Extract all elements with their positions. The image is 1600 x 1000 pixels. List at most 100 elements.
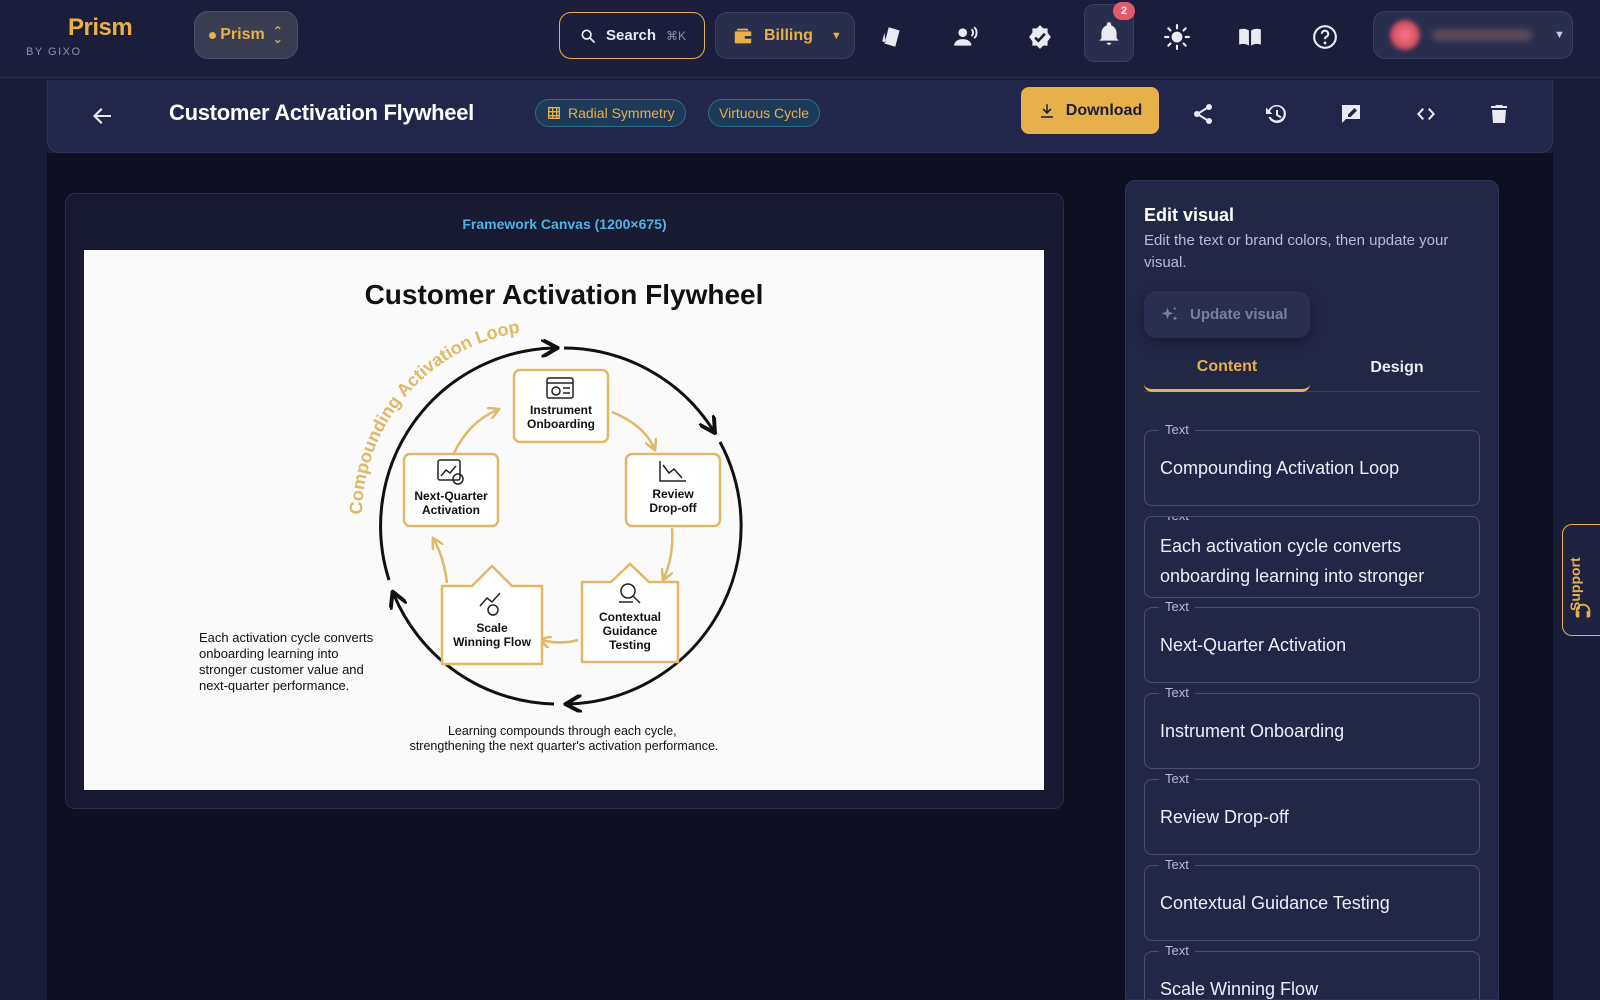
text-field-arc-label[interactable]: Text Compounding Activation Loop	[1144, 422, 1480, 506]
update-visual-label: Update visual	[1190, 306, 1288, 323]
workspace-selector[interactable]: Prism ⌃ ⌄	[194, 11, 298, 59]
tab-design[interactable]: Design	[1314, 344, 1480, 392]
diagram-title: Customer Activation Flywheel	[365, 279, 764, 310]
history-button[interactable]	[1258, 96, 1294, 132]
node-contextual-guidance-testing: Contextual Guidance Testing	[580, 562, 680, 664]
search-icon	[581, 29, 595, 43]
user-voice-icon	[954, 26, 978, 46]
notification-badge: 2	[1113, 2, 1135, 20]
download-label: Download	[1065, 101, 1143, 119]
chevron-up-down-icon: ⌃ ⌄	[272, 24, 283, 46]
tag-label: Virtuous Cycle	[719, 105, 810, 121]
code-icon	[1417, 108, 1435, 120]
theme-toggle-button[interactable]	[1155, 15, 1199, 59]
user-menu[interactable]: ▼	[1373, 11, 1573, 59]
share-button[interactable]	[1185, 96, 1221, 132]
history-icon	[1266, 104, 1286, 123]
wallet-icon	[734, 28, 752, 43]
caret-down-icon: ▼	[1554, 29, 1565, 41]
field-label: Text	[1159, 943, 1195, 958]
share-icon	[1194, 104, 1212, 124]
field-value[interactable]: Next-Quarter Activation	[1160, 635, 1460, 656]
side-note: Each activation cycle converts onboardin…	[199, 630, 377, 693]
notifications-button[interactable]: 2	[1084, 2, 1135, 62]
node-scale-winning-flow: Scale Winning Flow	[440, 564, 544, 666]
cards-icon	[882, 27, 900, 47]
billing-dropdown[interactable]: Billing ▼	[715, 12, 855, 59]
tag-radial-symmetry[interactable]: Radial Symmetry	[535, 99, 686, 127]
brand-name: Prism	[68, 14, 133, 41]
visual-toolbar: Customer Activation Flywheel Radial Symm…	[47, 80, 1553, 153]
field-value[interactable]: Compounding Activation Loop	[1160, 458, 1460, 479]
text-field-side-note[interactable]: Text Each activation cycle converts onbo…	[1144, 516, 1480, 598]
brand-logo[interactable]: Prism BY GIXO	[26, 14, 133, 58]
cards-button[interactable]	[870, 15, 914, 59]
node-review-drop-off: Review Drop-off	[624, 452, 722, 528]
text-field-scale-winning-flow[interactable]: Text Scale Winning Flow	[1144, 943, 1480, 999]
search-label: Search	[606, 27, 657, 44]
svg-text:Next-QuarterActivation: Next-Quarter Activation	[414, 489, 488, 517]
user-name-redacted	[1432, 29, 1532, 41]
edit-visual-panel: Edit visual Edit the text or brand color…	[1125, 180, 1499, 1000]
page-title: Customer Activation Flywheel	[169, 100, 474, 125]
verified-badge-icon	[1029, 25, 1051, 49]
node-next-quarter-activation: Next-Quarter Activation	[402, 452, 500, 528]
search-shortcut: ⌘K	[666, 28, 687, 43]
canvas-label: Framework Canvas (1200×675)	[462, 216, 667, 232]
support-label: Support	[1567, 557, 1583, 611]
field-label: Text	[1159, 771, 1195, 786]
text-field-review-drop-off[interactable]: Text Review Drop-off	[1144, 771, 1480, 855]
panel-title: Edit visual	[1144, 205, 1235, 225]
embed-code-button[interactable]	[1408, 96, 1444, 132]
docs-button[interactable]	[1228, 15, 1272, 59]
panel-tabs: Content Design	[1144, 344, 1480, 392]
top-navigation-bar: Prism BY GIXO Prism ⌃ ⌄ Search ⌘K Billing…	[0, 0, 1600, 78]
field-label: Text	[1159, 517, 1195, 523]
arrow-left-icon	[93, 108, 111, 124]
back-button[interactable]	[86, 100, 118, 132]
text-field-instrument-onboarding[interactable]: Text Instrument Onboarding	[1144, 685, 1480, 769]
node-instrument-onboarding: Instrument Onboarding	[512, 368, 610, 444]
field-value[interactable]: Each activation cycle converts onboardin…	[1160, 531, 1460, 597]
framework-canvas[interactable]: Customer Activation Flywheel Compounding…	[84, 250, 1044, 790]
delete-button[interactable]	[1481, 96, 1517, 132]
text-field-contextual-guidance[interactable]: Text Contextual Guidance Testing	[1144, 857, 1480, 941]
flywheel-diagram: Customer Activation Flywheel Compounding…	[199, 279, 764, 753]
search-button[interactable]: Search ⌘K	[559, 12, 705, 59]
help-button[interactable]	[1303, 15, 1347, 59]
field-value[interactable]: Instrument Onboarding	[1160, 721, 1460, 742]
book-open-icon	[1239, 28, 1261, 46]
tab-content[interactable]: Content	[1144, 344, 1310, 392]
bell-icon	[1099, 22, 1119, 45]
framework-canvas-card: Framework Canvas (1200×675) Customer Act…	[65, 193, 1064, 809]
sparkles-icon	[1161, 306, 1178, 321]
diagram-footer: Learning compounds through each cycle, s…	[410, 724, 719, 753]
tag-virtuous-cycle[interactable]: Virtuous Cycle	[708, 99, 821, 127]
support-tab[interactable]: Support	[1562, 524, 1600, 636]
update-visual-button[interactable]: Update visual	[1144, 291, 1310, 338]
svg-text:InstrumentOnboarding: Instrument Onboarding	[527, 403, 595, 431]
field-value[interactable]: Scale Winning Flow	[1160, 979, 1460, 999]
download-button[interactable]: Download	[1021, 87, 1159, 134]
avatar	[1390, 20, 1420, 50]
feedback-button[interactable]	[1333, 96, 1369, 132]
svg-text:ReviewDrop-off: Review Drop-off	[649, 487, 697, 515]
field-value[interactable]: Review Drop-off	[1160, 807, 1460, 828]
tag-label: Radial Symmetry	[568, 105, 675, 121]
text-field-next-quarter[interactable]: Text Next-Quarter Activation	[1144, 599, 1480, 683]
brand-byline: BY GIXO	[26, 46, 82, 58]
field-label: Text	[1159, 599, 1195, 614]
field-label: Text	[1159, 685, 1195, 700]
caret-down-icon: ▼	[830, 29, 842, 42]
help-circle-icon	[1313, 25, 1337, 49]
support-headset-icon	[1575, 603, 1591, 618]
field-label: Text	[1159, 422, 1195, 437]
trash-icon	[1491, 105, 1507, 123]
verified-button[interactable]	[1018, 15, 1062, 59]
billing-label: Billing	[764, 26, 813, 44]
panel-description: Edit the text or brand colors, then upda…	[1144, 232, 1449, 271]
download-icon	[1040, 103, 1053, 118]
team-button[interactable]	[944, 15, 988, 59]
comment-edit-icon	[1342, 105, 1360, 123]
field-value[interactable]: Contextual Guidance Testing	[1160, 893, 1460, 914]
